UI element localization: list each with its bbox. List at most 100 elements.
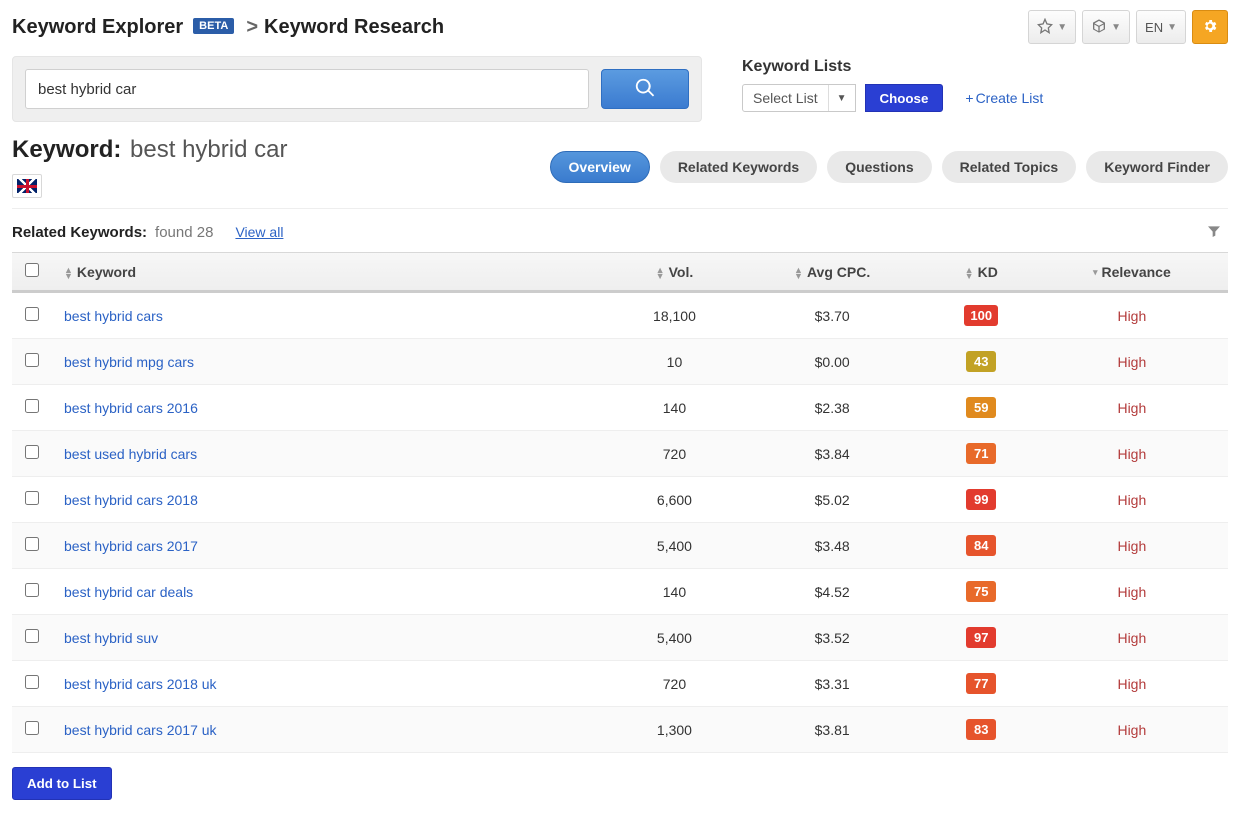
kd-badge: 99 (966, 489, 996, 510)
choose-button[interactable]: Choose (865, 84, 944, 112)
search-input[interactable] (25, 69, 589, 109)
keyword-link[interactable]: best hybrid cars 2017 (64, 538, 198, 554)
breadcrumb-section[interactable]: Keyword Research (264, 16, 444, 39)
cell-relevance: High (1036, 292, 1228, 339)
cell-cpc: $3.81 (738, 707, 927, 753)
kd-badge: 84 (966, 535, 996, 556)
cell-relevance: High (1036, 523, 1228, 569)
cell-volume: 10 (611, 339, 737, 385)
caret-down-icon: ▼ (828, 85, 855, 111)
breadcrumb: Keyword Explorer BETA > Keyword Research (12, 16, 444, 39)
select-list-dropdown[interactable]: Select List ▼ (742, 84, 856, 112)
cell-kd: 84 (927, 523, 1036, 569)
kd-badge: 71 (966, 443, 996, 464)
table-row: best used hybrid cars720$3.8471High (12, 431, 1228, 477)
search-button[interactable] (601, 69, 689, 109)
create-list-label: Create List (976, 90, 1044, 106)
row-checkbox[interactable] (25, 629, 39, 643)
sort-icon: ▾ (1093, 268, 1098, 277)
cell-cpc: $2.38 (738, 385, 927, 431)
tab-related-topics[interactable]: Related Topics (942, 151, 1077, 183)
cell-kd: 59 (927, 385, 1036, 431)
table-row: best hybrid mpg cars10$0.0043High (12, 339, 1228, 385)
caret-down-icon: ▼ (1111, 22, 1121, 33)
region-flag[interactable] (12, 174, 42, 198)
keyword-link[interactable]: best hybrid cars 2017 uk (64, 722, 217, 738)
search-bar (12, 56, 702, 122)
cell-volume: 5,400 (611, 523, 737, 569)
app-title[interactable]: Keyword Explorer (12, 16, 183, 39)
cell-kd: 77 (927, 661, 1036, 707)
tab-related-keywords[interactable]: Related Keywords (660, 151, 817, 183)
cell-relevance: High (1036, 707, 1228, 753)
cell-volume: 140 (611, 385, 737, 431)
plus-icon: + (965, 90, 973, 106)
cell-kd: 71 (927, 431, 1036, 477)
col-cpc[interactable]: ▲▼Avg CPC. (738, 253, 927, 292)
uk-flag-icon (17, 179, 37, 193)
cell-kd: 43 (927, 339, 1036, 385)
sort-icon: ▲▼ (965, 267, 974, 279)
cell-cpc: $5.02 (738, 477, 927, 523)
tab-overview[interactable]: Overview (550, 151, 650, 183)
kd-badge: 59 (966, 397, 996, 418)
favorite-button[interactable]: ▼ (1028, 10, 1076, 44)
cell-volume: 6,600 (611, 477, 737, 523)
keyword-link[interactable]: best hybrid cars (64, 308, 163, 324)
cell-volume: 140 (611, 569, 737, 615)
tab-questions[interactable]: Questions (827, 151, 931, 183)
table-row: best hybrid cars 2018 uk720$3.3177High (12, 661, 1228, 707)
keyword-link[interactable]: best hybrid cars 2018 uk (64, 676, 217, 692)
keyword-link[interactable]: best used hybrid cars (64, 446, 197, 462)
kd-badge: 77 (966, 673, 996, 694)
row-checkbox[interactable] (25, 583, 39, 597)
col-kd[interactable]: ▲▼KD (927, 253, 1036, 292)
gear-icon (1202, 18, 1218, 37)
add-to-list-button[interactable]: Add to List (12, 767, 112, 800)
row-checkbox[interactable] (25, 537, 39, 551)
cell-volume: 720 (611, 661, 737, 707)
table-row: best hybrid suv5,400$3.5297High (12, 615, 1228, 661)
search-icon (634, 77, 656, 102)
cell-relevance: High (1036, 569, 1228, 615)
col-relevance[interactable]: ▾Relevance (1036, 253, 1228, 292)
select-all-checkbox[interactable] (25, 263, 39, 277)
keyword-link[interactable]: best hybrid suv (64, 630, 158, 646)
row-checkbox[interactable] (25, 307, 39, 321)
row-checkbox[interactable] (25, 445, 39, 459)
page-title: Keyword: best hybrid car (12, 136, 287, 164)
row-checkbox[interactable] (25, 491, 39, 505)
cell-volume: 720 (611, 431, 737, 477)
sort-icon: ▲▼ (64, 267, 73, 279)
cube-button[interactable]: ▼ (1082, 10, 1130, 44)
tab-keyword-finder[interactable]: Keyword Finder (1086, 151, 1228, 183)
create-list-link[interactable]: +Create List (965, 90, 1043, 106)
settings-button[interactable] (1192, 10, 1228, 44)
language-label: EN (1145, 20, 1163, 35)
cell-relevance: High (1036, 339, 1228, 385)
row-checkbox[interactable] (25, 675, 39, 689)
view-all-link[interactable]: View all (235, 224, 283, 240)
cell-kd: 83 (927, 707, 1036, 753)
row-checkbox[interactable] (25, 399, 39, 413)
col-keyword[interactable]: ▲▼Keyword (52, 253, 611, 292)
filter-button[interactable] (1206, 223, 1228, 242)
keyword-link[interactable]: best hybrid car deals (64, 584, 193, 600)
breadcrumb-separator: > (246, 16, 258, 39)
col-volume[interactable]: ▲▼Vol. (611, 253, 737, 292)
caret-down-icon: ▼ (1057, 22, 1067, 33)
cell-kd: 100 (927, 292, 1036, 339)
row-checkbox[interactable] (25, 353, 39, 367)
keyword-link[interactable]: best hybrid cars 2018 (64, 492, 198, 508)
cell-volume: 5,400 (611, 615, 737, 661)
table-row: best hybrid car deals140$4.5275High (12, 569, 1228, 615)
sort-icon: ▲▼ (794, 267, 803, 279)
keyword-link[interactable]: best hybrid cars 2016 (64, 400, 198, 416)
section-title: Related Keywords: (12, 224, 147, 241)
cell-kd: 99 (927, 477, 1036, 523)
row-checkbox[interactable] (25, 721, 39, 735)
cell-relevance: High (1036, 477, 1228, 523)
keyword-link[interactable]: best hybrid mpg cars (64, 354, 194, 370)
language-button[interactable]: EN ▼ (1136, 10, 1186, 44)
kd-badge: 100 (964, 305, 998, 326)
